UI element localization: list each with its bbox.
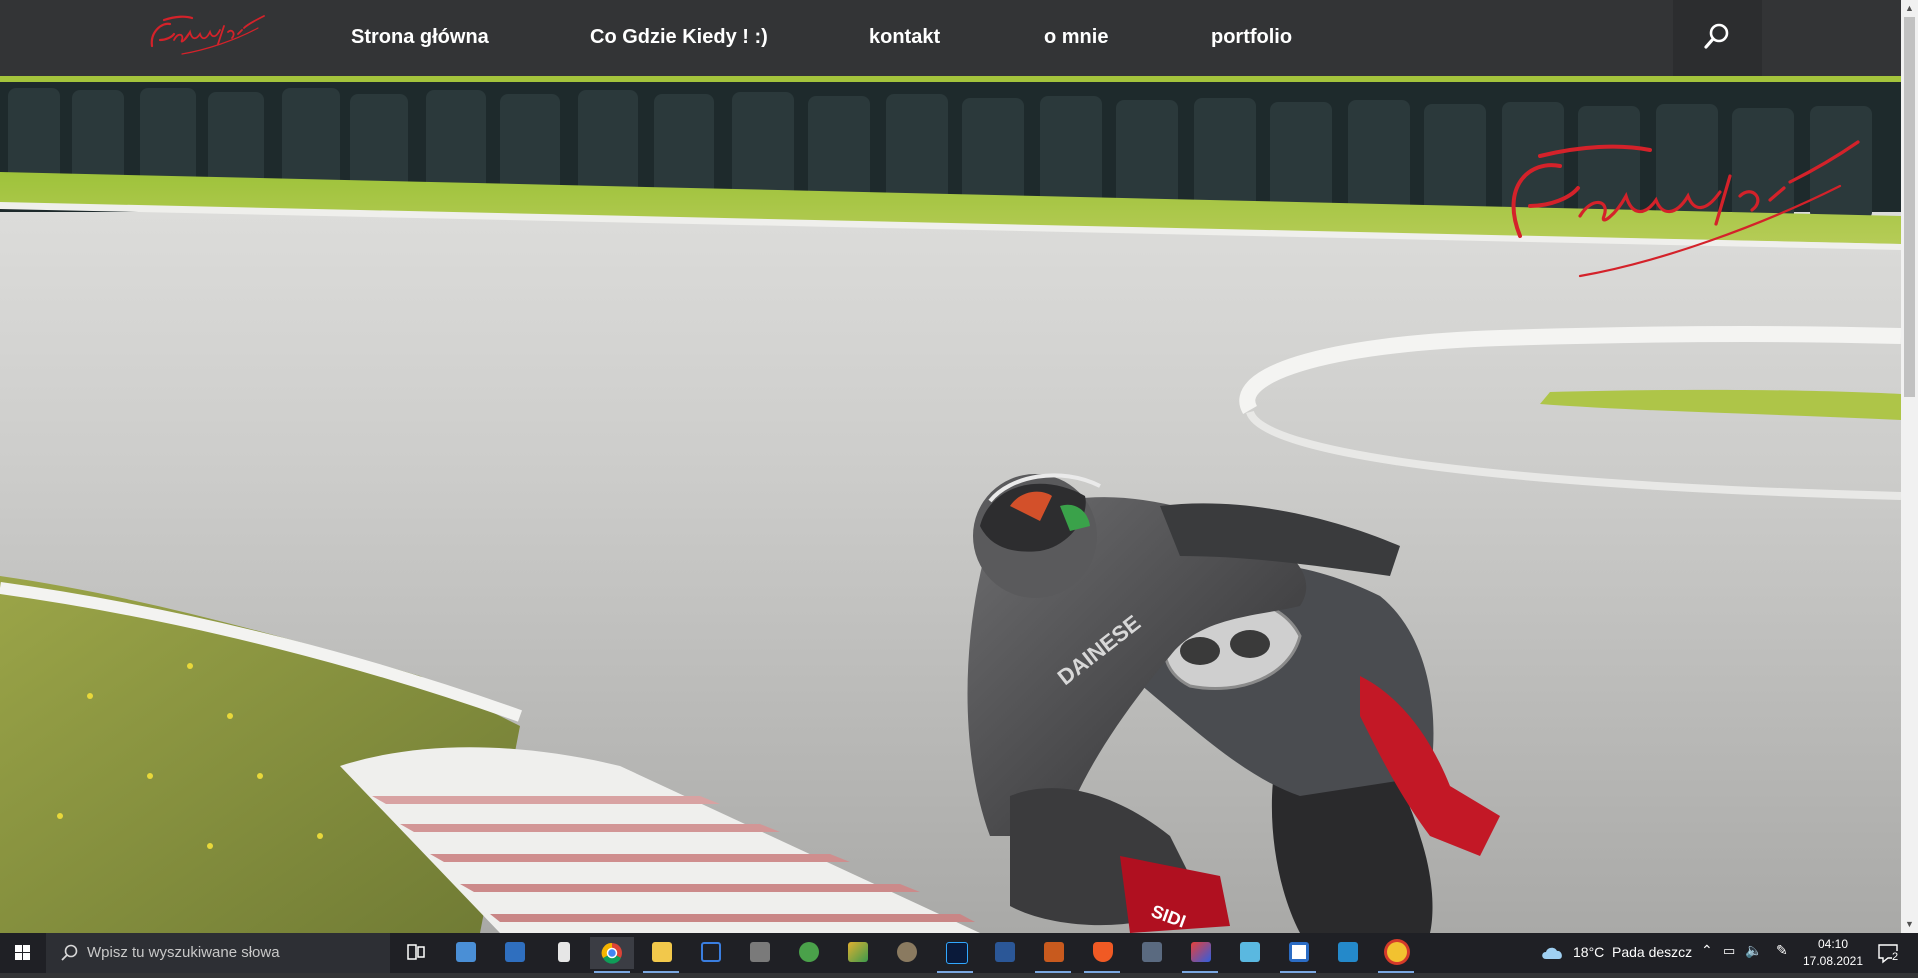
torrent-icon[interactable] xyxy=(786,937,830,969)
nav-co-gdzie-kiedy[interactable]: Co Gdzie Kiedy ! :) xyxy=(590,24,768,50)
nav-o-mnie[interactable]: o mnie xyxy=(1044,24,1108,50)
explorer-app-icon[interactable] xyxy=(443,937,487,969)
scroll-up-arrow-icon[interactable]: ▲ xyxy=(1901,0,1918,17)
notification-count: 2 xyxy=(1892,951,1899,963)
calculator-icon[interactable] xyxy=(1129,937,1173,969)
clock-date: 17.08.2021 xyxy=(1802,954,1864,968)
site-logo[interactable] xyxy=(146,10,272,62)
start-button[interactable] xyxy=(0,933,46,973)
top-navigation-bar: Strona główna Co Gdzie Kiedy ! :) kontak… xyxy=(0,0,1901,76)
search-icon xyxy=(61,944,78,961)
windows-logo-icon xyxy=(15,945,30,960)
pen-icon[interactable]: ✎ xyxy=(1776,942,1788,959)
vscode-icon[interactable] xyxy=(1325,937,1369,969)
taskbar-search-input[interactable]: Wpisz tu wyszukiwane słowa xyxy=(46,933,390,973)
gimp-icon[interactable] xyxy=(884,937,928,969)
page-scrollbar[interactable]: ▲ ▼ xyxy=(1901,0,1918,933)
network-icon[interactable]: ▭ xyxy=(1723,943,1735,959)
search-button[interactable] xyxy=(1673,0,1762,76)
motorcycle-photo: DAINESE SIDI xyxy=(0,76,1901,933)
clock-time: 04:10 xyxy=(1817,937,1849,951)
chrome-icon[interactable] xyxy=(590,937,634,973)
phone-app-icon[interactable] xyxy=(541,937,585,969)
text-app-icon[interactable] xyxy=(688,937,732,969)
hero-image: DAINESE SIDI xyxy=(0,76,1901,933)
nav-portfolio[interactable]: portfolio xyxy=(1211,24,1292,50)
notes-app-icon[interactable] xyxy=(1227,937,1271,969)
scroll-down-arrow-icon[interactable]: ▼ xyxy=(1901,916,1918,933)
task-view-icon[interactable] xyxy=(394,937,438,969)
weather-cloud-icon[interactable] xyxy=(1540,943,1566,963)
system-clock[interactable]: 04:10 17.08.2021 xyxy=(1798,936,1868,970)
video-app-icon[interactable] xyxy=(737,937,781,969)
photoshop-icon[interactable] xyxy=(933,937,977,973)
search-icon xyxy=(1704,23,1729,49)
search-placeholder: Wpisz tu wyszukiwane słowa xyxy=(87,944,280,961)
volume-icon[interactable]: 🔈 xyxy=(1745,942,1762,959)
slides-app-icon[interactable] xyxy=(1031,937,1075,973)
ide-icon[interactable] xyxy=(1178,937,1222,973)
capture-app-icon[interactable] xyxy=(1276,937,1320,973)
nav-kontakt[interactable]: kontakt xyxy=(869,24,940,50)
brave-icon[interactable] xyxy=(1080,937,1124,973)
weather-temperature[interactable]: 18°C xyxy=(1573,944,1604,960)
paint-icon[interactable] xyxy=(835,937,879,969)
game-app-icon[interactable] xyxy=(1374,937,1418,973)
scroll-thumb[interactable] xyxy=(1904,17,1915,397)
weather-condition[interactable]: Pada deszcz xyxy=(1612,944,1692,960)
word-icon[interactable] xyxy=(982,937,1026,969)
file-explorer-icon[interactable] xyxy=(639,937,683,973)
nav-home[interactable]: Strona główna xyxy=(351,24,489,50)
media-app-icon[interactable] xyxy=(492,937,536,969)
windows-taskbar: Wpisz tu wyszukiwane słowa 18°C Pada des… xyxy=(0,933,1918,973)
chevron-up-icon[interactable]: ⌃ xyxy=(1701,942,1713,959)
notification-center-button[interactable]: 2 xyxy=(1876,941,1902,965)
